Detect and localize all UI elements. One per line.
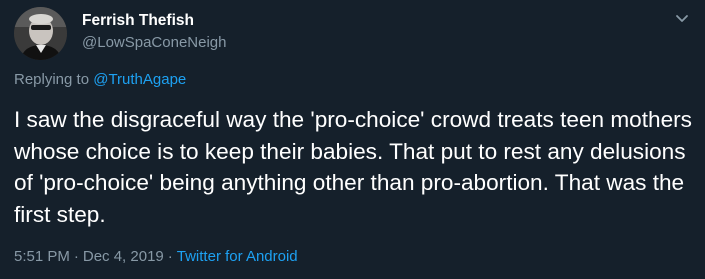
author-display-name[interactable]: Ferrish Thefish bbox=[82, 12, 194, 30]
tweet-text: I saw the disgraceful way the 'pro-choic… bbox=[14, 107, 692, 227]
tweet: Ferrish Thefish @LowSpaConeNeigh Replyin… bbox=[0, 0, 705, 279]
separator: · bbox=[167, 248, 173, 265]
user-avatar-icon bbox=[14, 7, 67, 60]
tweet-time[interactable]: 5:51 PM bbox=[14, 248, 70, 265]
tweet-source-link[interactable]: Twitter for Android bbox=[177, 248, 298, 265]
replying-to-line: Replying to @TruthAgape bbox=[14, 71, 186, 88]
separator: · bbox=[73, 248, 79, 265]
chevron-down-icon[interactable] bbox=[673, 12, 691, 26]
tweet-date[interactable]: Dec 4, 2019 bbox=[83, 248, 164, 265]
tweet-metadata: 5:51 PM · Dec 4, 2019 · Twitter for Android bbox=[14, 248, 298, 265]
replying-to-link[interactable]: @TruthAgape bbox=[93, 71, 186, 88]
avatar[interactable] bbox=[14, 7, 67, 60]
replying-prefix: Replying to bbox=[14, 71, 94, 88]
author-handle[interactable]: @LowSpaConeNeigh bbox=[82, 34, 227, 51]
